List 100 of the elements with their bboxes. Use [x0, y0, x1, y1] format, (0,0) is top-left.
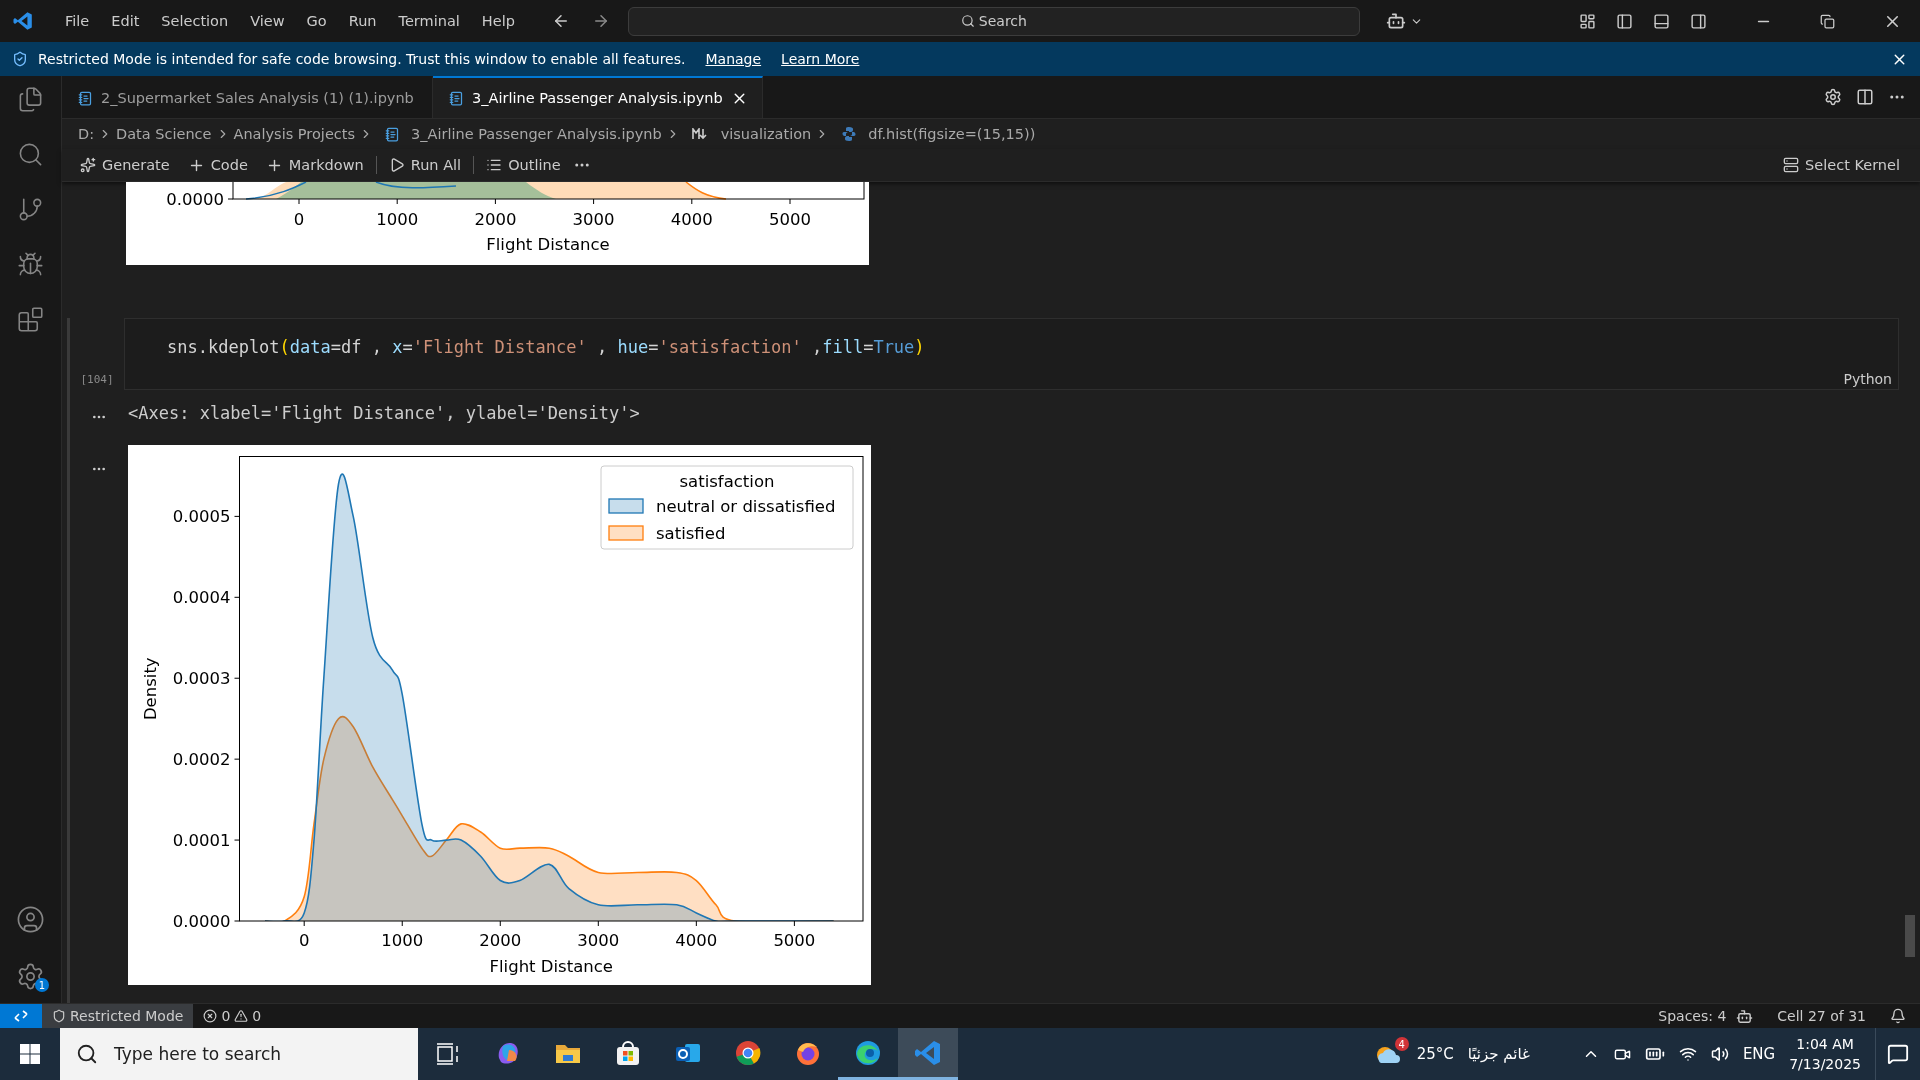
- tick-mark: [234, 758, 240, 760]
- toolbar-button[interactable]: Run All: [382, 155, 468, 175]
- breadcrumb-item[interactable]: visualization: [720, 126, 812, 142]
- markdown-icon: [691, 128, 710, 140]
- search-field[interactable]: Search: [627, 6, 1360, 36]
- x-tick-label: 0: [298, 931, 310, 950]
- editor-tab[interactable]: 3_Airline Passenger Analysis.ipynb: [433, 76, 763, 118]
- toolbar-button[interactable]: Code: [181, 154, 254, 176]
- shield-icon: [12, 51, 28, 67]
- breadcrumb-item[interactable]: df.hist(figsize=(15,15)): [868, 126, 1036, 142]
- menu-item[interactable]: File: [56, 13, 99, 29]
- restricted-mode-indicator[interactable]: Restricted Mode: [42, 1004, 194, 1028]
- shield-icon: [52, 1009, 66, 1023]
- remote-icon: [13, 1009, 29, 1023]
- restore-icon[interactable]: [1820, 13, 1835, 29]
- code-editor[interactable]: sns.kdeplot(data=df , x='Flight Distance' , hue='satisfaction' ,fill=True) Python: [124, 318, 1899, 390]
- settings-icon[interactable]: [16, 962, 45, 991]
- x-tick-label: 3000: [577, 931, 620, 950]
- input-language[interactable]: ENG: [1742, 1045, 1776, 1063]
- language-label[interactable]: Python: [1843, 371, 1892, 387]
- python-icon: [841, 126, 858, 142]
- tick-mark: [401, 920, 403, 927]
- problems-indicator[interactable]: 0 0: [193, 1004, 272, 1028]
- menu-item[interactable]: View: [241, 13, 294, 29]
- notebook-icon: [78, 90, 93, 106]
- menu-item[interactable]: Go: [297, 13, 336, 29]
- sidebar-left-icon[interactable]: [1616, 12, 1633, 30]
- y-tick-label: 0.0001: [172, 831, 231, 851]
- settings-icon[interactable]: [1824, 88, 1842, 106]
- extensions-icon[interactable]: [17, 306, 44, 333]
- search-icon[interactable]: [17, 141, 44, 168]
- scrollbar-thumb[interactable]: [1904, 915, 1915, 957]
- menu-item[interactable]: Terminal: [389, 13, 469, 29]
- layout-icon[interactable]: [1579, 12, 1596, 30]
- notebook-icon: [449, 90, 464, 106]
- bell-icon[interactable]: [1890, 1008, 1906, 1024]
- tick-mark: [234, 920, 240, 922]
- remote-button[interactable]: [0, 1004, 42, 1028]
- server-icon: [1783, 157, 1800, 173]
- search-icon: [960, 14, 975, 28]
- menu-item[interactable]: Selection: [152, 13, 238, 29]
- banner-message: Restricted Mode is intended for safe code browsing. Trust this window to enable all features.: [38, 51, 686, 67]
- legend-label: neutral or dissatisfied: [656, 497, 836, 516]
- editor-logo-icon: [12, 10, 34, 32]
- menu-item[interactable]: Edit: [102, 13, 149, 29]
- temperature: 25°C: [1416, 1045, 1454, 1063]
- panel-bottom-icon[interactable]: [1653, 12, 1670, 30]
- weather-condition: غائم جزئيًا: [1467, 1045, 1530, 1063]
- plot-excerpt-drawing: 0.0000 0 1000 2000 3000 4000 5000 Flight Distance: [126, 182, 869, 265]
- toolbar-button[interactable]: Generate: [74, 155, 176, 175]
- tick-mark: [234, 839, 240, 841]
- y-tick-label: 0.0000: [172, 912, 231, 931]
- wifi-icon[interactable]: [1678, 1045, 1697, 1063]
- breadcrumb-item[interactable]: 3_Airline Passenger Analysis.ipynb: [411, 126, 662, 142]
- menu-item[interactable]: Help: [472, 13, 524, 29]
- axis-label: Flight Distance: [489, 957, 613, 976]
- volume-icon[interactable]: [1710, 1045, 1729, 1063]
- toolbar-button[interactable]: Outline: [480, 155, 567, 175]
- execution-count: [104]: [80, 373, 114, 386]
- toolbar-button[interactable]: Markdown: [259, 154, 370, 176]
- notebook-icon: [385, 126, 401, 142]
- kernel-button[interactable]: Select Kernel: [1777, 155, 1906, 175]
- branch-icon[interactable]: [17, 196, 44, 223]
- breadcrumb-item[interactable]: Analysis Projects: [233, 126, 356, 142]
- start-icon[interactable]: [20, 1044, 40, 1064]
- x-tick-label: 2000: [479, 931, 522, 950]
- legend-title: satisfaction: [679, 472, 775, 491]
- account-icon[interactable]: [16, 905, 45, 934]
- robot-icon[interactable]: [1385, 11, 1406, 31]
- warning-icon: [234, 1009, 249, 1023]
- notifications-icon[interactable]: [1887, 1043, 1909, 1065]
- banner-link[interactable]: Learn More: [781, 51, 860, 67]
- tick-mark: [234, 596, 240, 598]
- code-line: sns.kdeplot(data=df , x='Flight Distance' , hue='satisfaction' ,fill=True): [167, 337, 925, 357]
- x-tick-label: 5000: [773, 931, 816, 950]
- banner-link[interactable]: Manage: [705, 51, 762, 67]
- menu-item[interactable]: Run: [339, 13, 386, 29]
- task-view-icon[interactable]: [436, 1043, 460, 1065]
- search-icon: [76, 1043, 98, 1065]
- bug-icon[interactable]: [17, 251, 44, 278]
- taskbar-search-field[interactable]: Type here to search: [60, 1028, 418, 1080]
- notification-badge: 1: [35, 978, 49, 992]
- sidebar-right-icon[interactable]: [1690, 12, 1707, 30]
- breadcrumb-item[interactable]: Data Science: [116, 126, 212, 142]
- sparkle-icon: [80, 157, 96, 173]
- tick-mark: [597, 920, 599, 927]
- cell-position-indicator[interactable]: Cell 27 of 31: [1767, 1004, 1876, 1028]
- list-icon: [486, 157, 503, 173]
- tick-mark: [499, 920, 501, 927]
- y-tick-label: 0.0003: [172, 669, 231, 689]
- robot-icon[interactable]: [1736, 1007, 1754, 1025]
- x-tick-label: 1000: [381, 931, 424, 950]
- y-tick-label: 0.0005: [172, 507, 231, 527]
- split-editor-icon[interactable]: [1856, 88, 1874, 106]
- files-icon[interactable]: [17, 86, 44, 113]
- y-tick-label: 0.0004: [172, 588, 231, 608]
- clock[interactable]: 1:04 AM 7/13/2025: [1789, 1034, 1861, 1074]
- breadcrumb-item[interactable]: D:: [78, 126, 95, 142]
- indentation-indicator[interactable]: Spaces: 4: [1648, 1004, 1737, 1028]
- tick-mark: [695, 920, 697, 927]
